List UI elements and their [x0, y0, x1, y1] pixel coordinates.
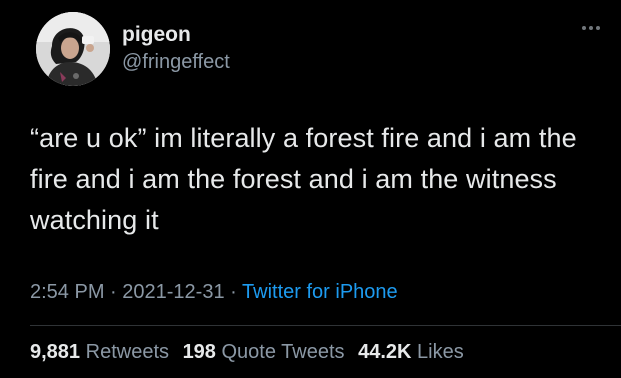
- meta-separator: ·: [230, 281, 237, 303]
- divider: [30, 325, 621, 326]
- more-dot: [589, 26, 593, 30]
- likes-count: 44.2K: [358, 341, 412, 363]
- quote-tweets-label: Quote Tweets: [221, 341, 345, 363]
- retweets-label: Retweets: [85, 341, 169, 363]
- tweet-card: pigeon @fringeffect “are u ok” im litera…: [0, 0, 621, 378]
- quote-tweets-stat[interactable]: 198 Quote Tweets: [183, 341, 345, 363]
- retweets-stat[interactable]: 9,881 Retweets: [30, 341, 169, 363]
- tweet-date[interactable]: 2021-12-31: [122, 281, 224, 303]
- quote-tweets-count: 198: [182, 341, 216, 363]
- more-dot: [596, 26, 600, 30]
- meta-separator: ·: [110, 281, 117, 303]
- avatar[interactable]: [36, 12, 110, 86]
- avatar-image: [36, 12, 110, 86]
- user-handle[interactable]: @fringeffect: [122, 49, 230, 75]
- display-name[interactable]: pigeon: [122, 22, 230, 48]
- tweet-stats: 9,881 Retweets 198 Quote Tweets 44.2K Li…: [30, 341, 472, 364]
- tweet-time[interactable]: 2:54 PM: [30, 281, 104, 303]
- likes-stat[interactable]: 44.2K Likes: [358, 341, 464, 363]
- user-names: pigeon @fringeffect: [122, 22, 230, 75]
- tweet-metadata: 2:54 PM · 2021-12-31 · Twitter for iPhon…: [30, 281, 398, 304]
- more-options-icon[interactable]: [579, 22, 603, 34]
- tweet-text: “are u ok” im literally a forest fire an…: [30, 123, 577, 235]
- tweet-source[interactable]: Twitter for iPhone: [242, 281, 398, 303]
- more-dot: [582, 26, 586, 30]
- retweets-count: 9,881: [30, 341, 81, 363]
- likes-label: Likes: [417, 341, 464, 363]
